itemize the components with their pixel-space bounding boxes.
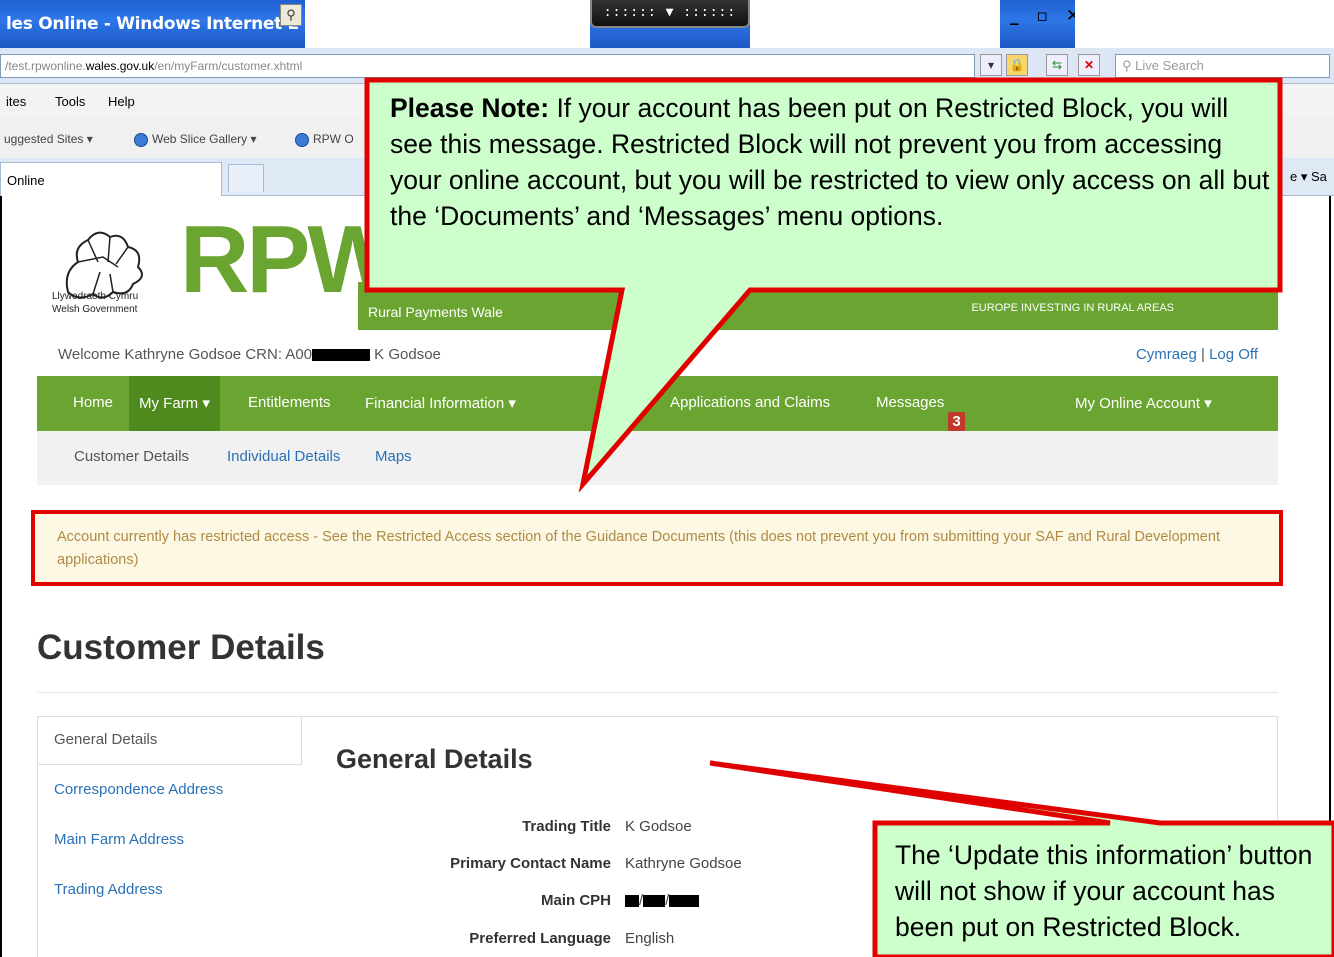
field-label-preferred-language: Preferred Language xyxy=(469,930,611,947)
window-titlebar: les Online - Windows Internet E ⚲ ::::::… xyxy=(0,0,1334,48)
search-icon: ⚲ xyxy=(1122,58,1132,73)
government-name: Llywodraeth Cymru Welsh Government xyxy=(52,291,139,315)
field-value-main-cph: / / xyxy=(625,892,700,909)
menu-item-help[interactable]: Help xyxy=(108,94,135,109)
remote-desktop-bar[interactable]: :::::: ▼ :::::: xyxy=(590,0,750,28)
window-title: les Online - Windows Internet E xyxy=(6,14,299,34)
favorite-web-slice-gallery[interactable]: Web Slice Gallery ▾ xyxy=(134,132,257,147)
nav-home[interactable]: Home xyxy=(73,394,113,411)
callout-bottom-text: The ‘Update this information’ button wil… xyxy=(895,840,1313,942)
live-search-input[interactable]: ⚲ Live Search xyxy=(1115,54,1330,78)
log-off-link[interactable]: Log Off xyxy=(1209,346,1258,363)
header-band: Rural Payments Wale EUROPE INVESTING IN … xyxy=(358,282,1278,330)
page-title: Customer Details xyxy=(37,628,325,667)
field-label-main-cph: Main CPH xyxy=(540,892,611,909)
nav-my-farm[interactable]: My Farm ▾ xyxy=(129,376,220,431)
header-links: Cymraeg | Log Off xyxy=(1135,346,1258,363)
site-subtitle: Rural Payments Wale xyxy=(368,304,503,320)
nav-my-online-account[interactable]: My Online Account ▾ xyxy=(1075,394,1212,412)
redacted-crn xyxy=(312,349,371,362)
nav-applications-claims[interactable]: Applications and Claims xyxy=(670,394,830,411)
callout-top-text: Please Note: If your account has been pu… xyxy=(390,93,1270,231)
subnav-individual-details[interactable]: Individual Details xyxy=(227,448,340,465)
nav-financial-information[interactable]: Financial Information ▾ xyxy=(365,394,516,412)
menu-item-favorites[interactable]: ites xyxy=(6,94,26,109)
browser-tab[interactable]: Online xyxy=(0,162,222,196)
ie-icon xyxy=(134,132,148,147)
cymraeg-link[interactable]: Cymraeg xyxy=(1136,346,1197,363)
sidebar-item-general-details-label[interactable]: General Details xyxy=(54,731,157,748)
refresh-icon[interactable]: ⇆ xyxy=(1046,54,1068,76)
menu-item-tools[interactable]: Tools xyxy=(55,94,85,109)
subnav-customer-details[interactable]: Customer Details xyxy=(74,448,189,465)
field-value-trading-title: K Godsoe xyxy=(625,818,692,835)
ie-icon xyxy=(295,132,309,147)
sidebar-item-main-farm-address[interactable]: Main Farm Address xyxy=(54,831,184,848)
divider xyxy=(37,692,1278,693)
lock-icon[interactable]: 🔒 xyxy=(1006,54,1028,76)
field-label-trading-title: Trading Title xyxy=(522,818,611,835)
sidebar-item-trading-address[interactable]: Trading Address xyxy=(54,881,163,898)
nav-entitlements[interactable]: Entitlements xyxy=(248,394,331,411)
toolbar-fragment[interactable]: e ▾ Sa xyxy=(1290,169,1327,185)
subnav-maps[interactable]: Maps xyxy=(375,448,412,465)
main-navigation: Home My Farm ▾ Entitlements Financial In… xyxy=(37,376,1278,431)
nav-messages[interactable]: Messages 3 xyxy=(876,394,965,431)
field-value-primary-contact: Kathryne Godsoe xyxy=(625,855,742,872)
redacted-cph xyxy=(625,895,639,908)
field-value-preferred-language: English xyxy=(625,930,675,947)
frame-border xyxy=(0,196,2,957)
sidebar-item-correspondence-address[interactable]: Correspondence Address xyxy=(54,781,223,798)
eu-funding-text: EUROPE INVESTING IN RURAL AREAS xyxy=(971,302,1174,314)
restricted-access-alert: Account currently has restricted access … xyxy=(31,510,1283,586)
dropdown-icon[interactable]: ▾ xyxy=(980,54,1002,76)
sub-navigation: Customer Details Individual Details Maps xyxy=(37,431,1278,485)
url-input[interactable]: /test.rpwonline.wales.gov.uk/en/myFarm/c… xyxy=(0,54,975,78)
general-details-title: General Details xyxy=(336,744,533,774)
welcome-text: Welcome Kathryne Godsoe CRN: A00 K Godso… xyxy=(58,346,441,363)
favorite-suggested-sites[interactable]: uggested Sites ▾ xyxy=(4,132,93,146)
new-tab-button[interactable] xyxy=(228,164,264,192)
stop-icon[interactable]: ✕ xyxy=(1078,54,1100,76)
address-bar: /test.rpwonline.wales.gov.uk/en/myFarm/c… xyxy=(0,48,1334,84)
field-label-primary-contact: Primary Contact Name xyxy=(450,855,611,872)
frame-border xyxy=(1329,196,1331,957)
messages-count-badge: 3 xyxy=(948,412,965,431)
pin-icon[interactable]: ⚲ xyxy=(280,4,302,26)
alert-text: Account currently has restricted access … xyxy=(57,529,1220,568)
favorite-rpw[interactable]: RPW O xyxy=(295,132,354,147)
